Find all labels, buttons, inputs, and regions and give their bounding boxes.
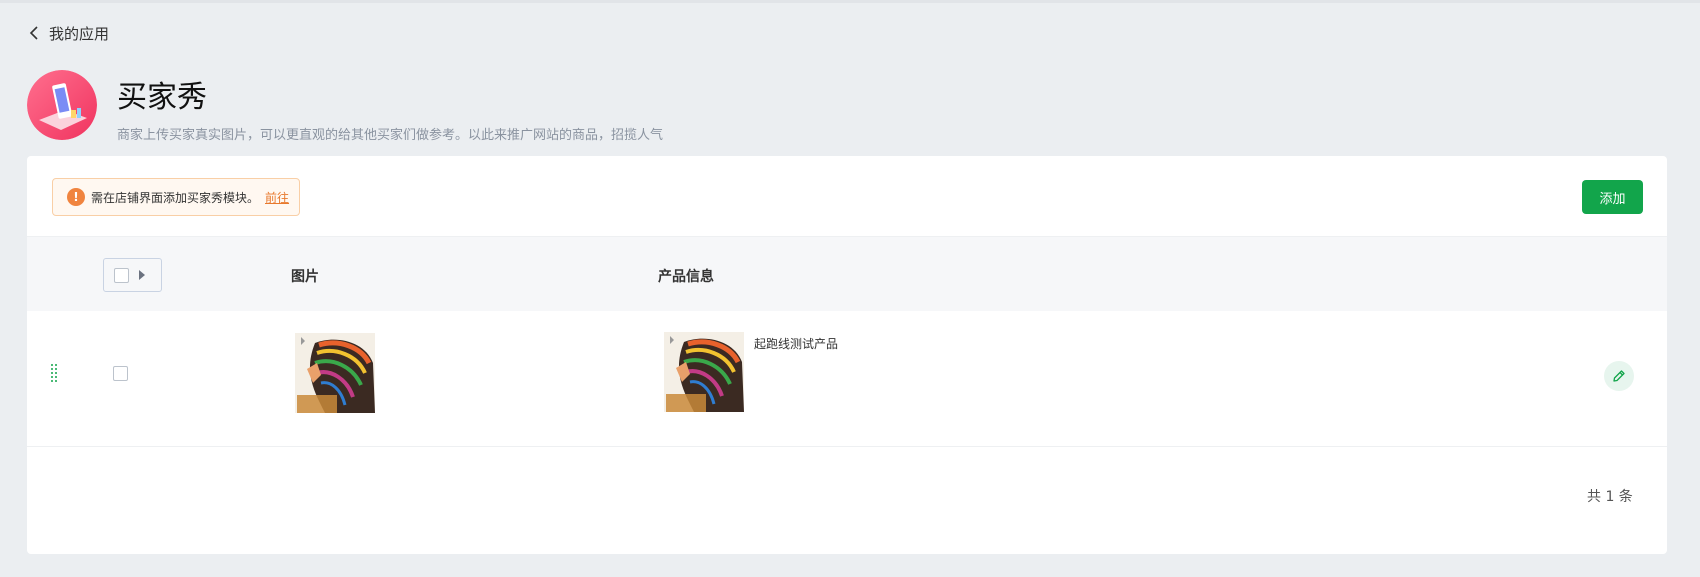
warning-icon: ! <box>67 188 85 206</box>
select-all-dropdown[interactable] <box>103 258 162 292</box>
notice-text: 需在店铺界面添加买家秀模块。 <box>91 190 260 205</box>
notice-goto-link[interactable]: 前往 <box>265 189 289 206</box>
table-header: 图片 产品信息 <box>27 236 1667 311</box>
buyer-show-image[interactable] <box>295 333 375 413</box>
notice-banner: ! 需在店铺界面添加买家秀模块。 前往 <box>52 178 300 216</box>
app-icon <box>27 70 97 140</box>
column-header-product-info: 产品信息 <box>658 269 714 285</box>
add-button[interactable]: 添加 <box>1582 180 1643 214</box>
content-card: ! 需在店铺界面添加买家秀模块。 前往 添加 图片 产品信息 起跑线测试产品 共… <box>27 156 1667 554</box>
caret-right-icon[interactable] <box>139 270 145 280</box>
row-checkbox[interactable] <box>113 366 128 381</box>
edit-button[interactable] <box>1604 361 1634 391</box>
chevron-left-icon <box>29 26 38 40</box>
product-name: 起跑线测试产品 <box>754 337 839 351</box>
pencil-icon <box>1613 370 1625 382</box>
page-title: 买家秀 <box>117 80 207 115</box>
column-header-image: 图片 <box>291 269 319 285</box>
pagination-total: 共 1 条 <box>1587 489 1633 505</box>
product-image <box>664 332 744 412</box>
back-label: 我的应用 <box>49 24 110 43</box>
drag-handle-icon[interactable] <box>51 364 57 382</box>
back-link[interactable]: 我的应用 <box>27 22 109 44</box>
page-description: 商家上传买家真实图片，可以更直观的给其他买家们做参考。以此来推广网站的商品，招揽… <box>117 128 664 143</box>
top-border <box>0 0 1700 3</box>
select-all-checkbox[interactable] <box>114 267 129 283</box>
table-row: 起跑线测试产品 <box>27 311 1667 447</box>
